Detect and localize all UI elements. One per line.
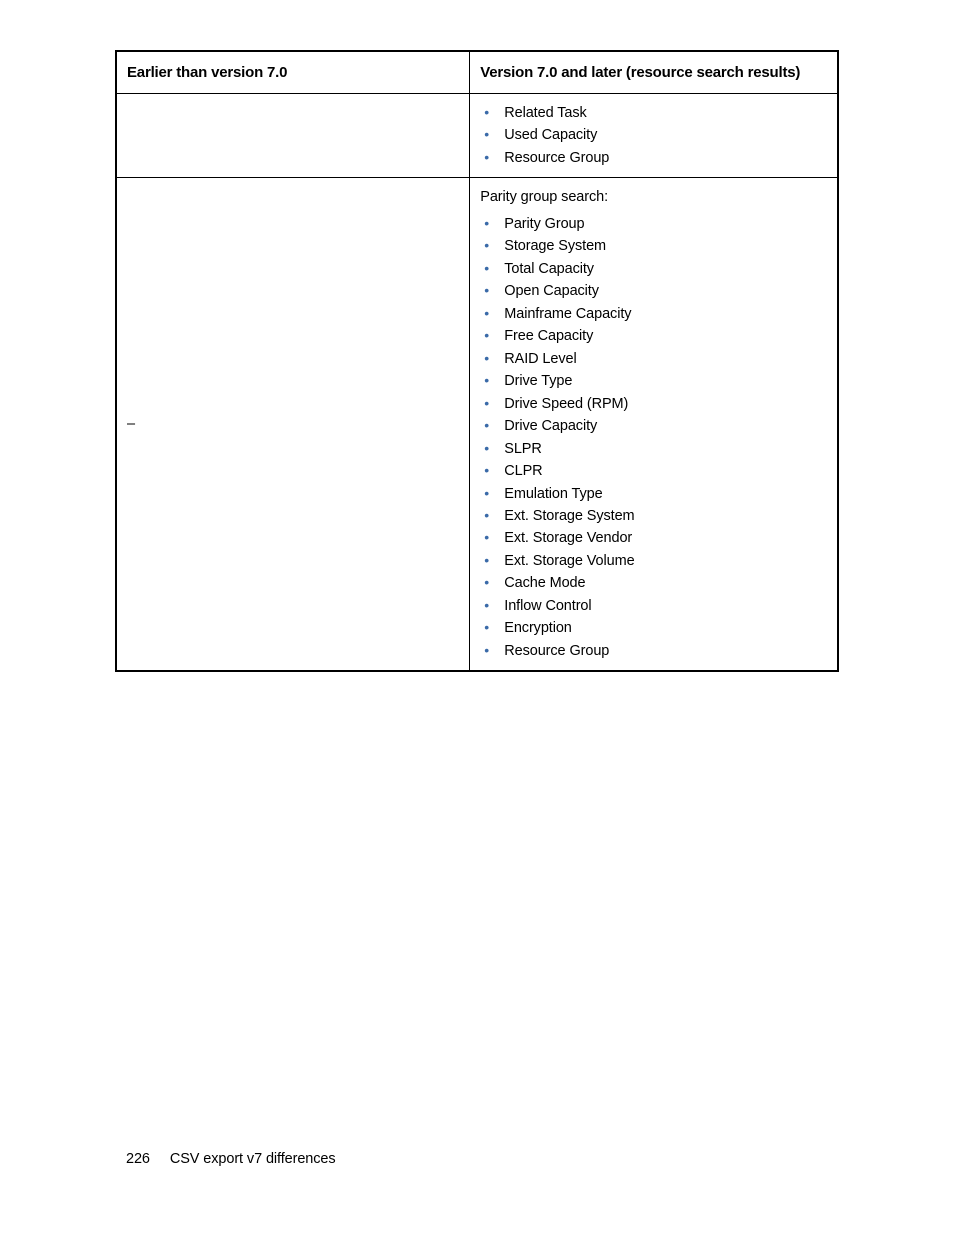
list-item: Total Capacity	[482, 258, 827, 280]
list-item: Mainframe Capacity	[482, 303, 827, 325]
list-item: Parity Group	[482, 213, 827, 235]
list-item: Emulation Type	[482, 483, 827, 505]
list-item: SLPR	[482, 438, 827, 460]
table-cell-left: –	[116, 178, 470, 671]
list-item: Drive Capacity	[482, 415, 827, 437]
list-item: Cache Mode	[482, 572, 827, 594]
list-item: Inflow Control	[482, 595, 827, 617]
list-item: Drive Speed (RPM)	[482, 393, 827, 415]
table-cell-right: Related TaskUsed CapacityResource Group	[470, 94, 838, 178]
page-footer: 226 CSV export v7 differences	[126, 1151, 336, 1167]
list-item: Encryption	[482, 617, 827, 639]
list-item: CLPR	[482, 460, 827, 482]
list-item: Resource Group	[482, 640, 827, 662]
item-list: Parity GroupStorage SystemTotal Capacity…	[480, 213, 827, 662]
list-item: Free Capacity	[482, 325, 827, 347]
list-item: Ext. Storage Vendor	[482, 527, 827, 549]
cell-intro: Parity group search:	[480, 186, 827, 208]
table-cell-right: Parity group search: Parity GroupStorage …	[470, 178, 838, 671]
table-cell-left	[116, 94, 470, 178]
list-item: Drive Type	[482, 370, 827, 392]
list-item: Resource Group	[482, 147, 827, 169]
list-item: Ext. Storage System	[482, 505, 827, 527]
page-number: 226	[126, 1151, 150, 1167]
list-item: Storage System	[482, 235, 827, 257]
list-item: Used Capacity	[482, 124, 827, 146]
item-list: Related TaskUsed CapacityResource Group	[480, 102, 827, 169]
list-item: RAID Level	[482, 348, 827, 370]
header-left: Earlier than version 7.0	[116, 51, 470, 94]
footer-title: CSV export v7 differences	[170, 1151, 336, 1167]
list-item: Related Task	[482, 102, 827, 124]
comparison-table: Earlier than version 7.0 Version 7.0 and…	[115, 50, 839, 672]
list-item: Ext. Storage Volume	[482, 550, 827, 572]
list-item: Open Capacity	[482, 280, 827, 302]
header-right: Version 7.0 and later (resource search r…	[470, 51, 838, 94]
